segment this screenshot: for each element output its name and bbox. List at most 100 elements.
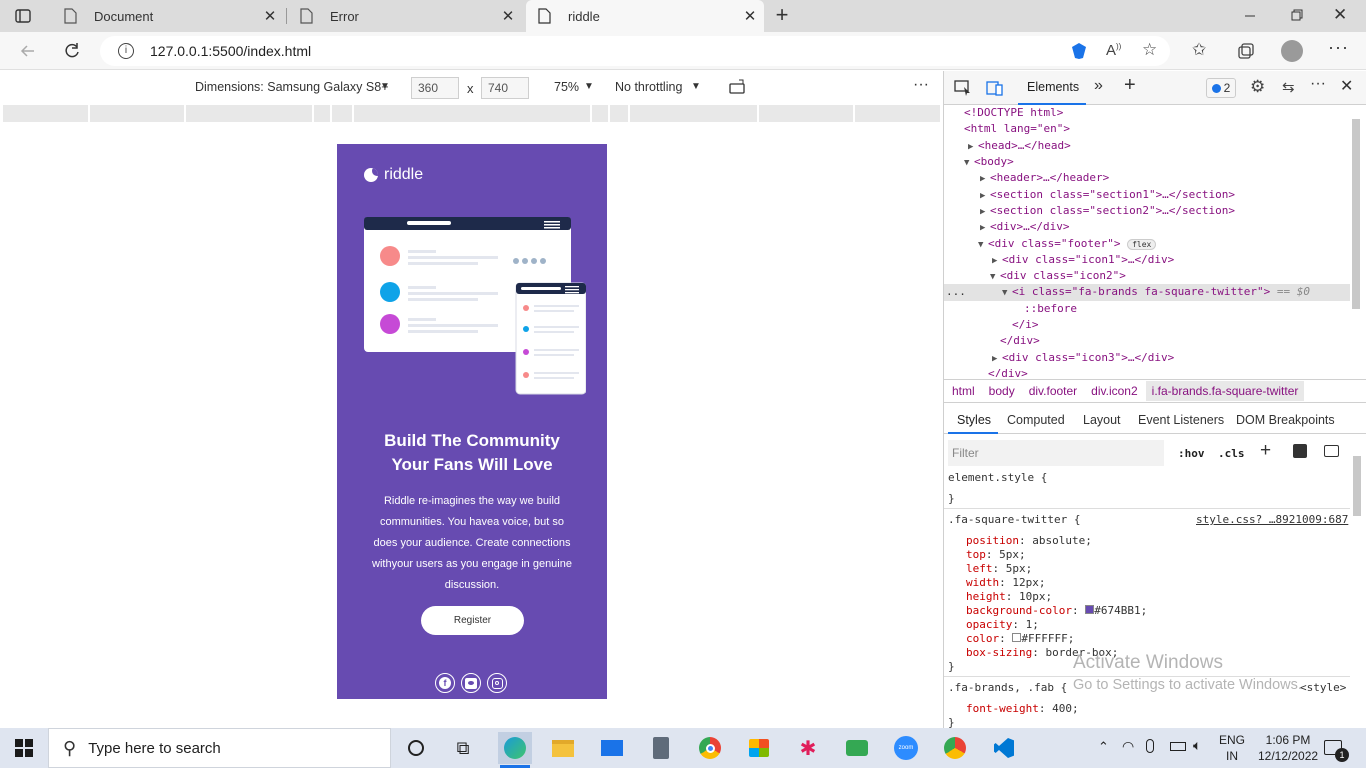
windows-start-icon[interactable]	[8, 732, 40, 764]
store-icon[interactable]	[743, 732, 775, 764]
close-devtools-icon[interactable]: ✕	[1340, 76, 1353, 96]
close-window-icon[interactable]: ✕	[1333, 5, 1347, 25]
rotate-icon[interactable]	[729, 79, 747, 95]
element-style-rule[interactable]: element.style {	[948, 470, 1047, 486]
height-input[interactable]: 740	[481, 77, 529, 99]
dom-line[interactable]: ▶ <head>…</head>	[968, 138, 1071, 154]
customize-icon[interactable]: ⇆	[1282, 78, 1295, 96]
expand-triangle-icon[interactable]: ▶	[980, 188, 990, 204]
color-swatch[interactable]	[1085, 605, 1095, 614]
expand-triangle-icon[interactable]: ▶	[980, 220, 990, 236]
more-icon[interactable]: ···	[1310, 75, 1326, 93]
dom-line[interactable]: ▶ <header>…</header>	[980, 170, 1109, 186]
breadcrumb-item[interactable]: body	[989, 384, 1015, 398]
rule-selector[interactable]: .fa-brands, .fab {	[948, 680, 1067, 696]
language-indicator[interactable]: ENG IN	[1219, 732, 1245, 764]
facebook-icon[interactable]: f	[435, 673, 455, 693]
dom-line[interactable]: ::before	[1024, 301, 1077, 317]
restore-icon[interactable]	[1286, 8, 1306, 24]
edge-icon[interactable]	[498, 732, 532, 764]
tab-dom-breakpoints[interactable]: DOM Breakpoints	[1236, 413, 1335, 427]
filter-input[interactable]: Filter	[948, 440, 1164, 466]
collapse-triangle-icon[interactable]: ▼	[978, 237, 988, 253]
file-explorer-icon[interactable]	[547, 732, 579, 764]
calculator-icon[interactable]	[645, 732, 677, 764]
close-tab-icon[interactable]: ✕	[742, 8, 758, 25]
microphone-icon[interactable]	[1146, 739, 1154, 753]
tab-styles[interactable]: Styles	[957, 413, 991, 427]
sidebar-toggle-icon[interactable]	[1324, 445, 1339, 457]
chrome-profile-icon[interactable]	[939, 732, 971, 764]
read-aloud-icon[interactable]: A))	[1106, 42, 1121, 59]
volume-icon[interactable]: 🔈︎	[1193, 737, 1201, 754]
clock[interactable]: 1:06 PM 12/12/2022	[1258, 732, 1318, 764]
url-field[interactable]: i 127.0.0.1:5500/index.html	[100, 36, 1170, 66]
refresh-icon[interactable]	[62, 41, 82, 61]
tray-chevron-up-icon[interactable]: ⌃	[1098, 739, 1109, 755]
dom-line[interactable]: ▶ <div class="icon1">…</div>	[992, 252, 1174, 268]
styles-scrollbar[interactable]	[1353, 456, 1361, 516]
tab-computed[interactable]: Computed	[1007, 413, 1065, 427]
cortana-icon[interactable]	[400, 732, 432, 764]
favorites-icon[interactable]: ✩	[1192, 40, 1206, 60]
add-tab-icon[interactable]: +	[1124, 74, 1136, 97]
slack-icon[interactable]: ✱	[792, 732, 824, 764]
tab-document[interactable]: Document ✕	[52, 0, 284, 32]
rule-source-link[interactable]: <style>	[1300, 680, 1346, 696]
info-icon[interactable]: i	[118, 43, 134, 59]
dom-line[interactable]: ▶ <section class="section1">…</section>	[980, 187, 1235, 203]
dom-line[interactable]: </i>	[1012, 317, 1039, 333]
expand-triangle-icon[interactable]: ▶	[980, 204, 990, 220]
twitter-icon[interactable]	[461, 673, 481, 693]
collapse-triangle-icon[interactable]: ▼	[964, 155, 974, 171]
dom-line[interactable]: </div>	[1000, 333, 1040, 349]
expand-triangle-icon[interactable]: ▶	[992, 253, 1002, 269]
collections-icon[interactable]	[1237, 42, 1255, 60]
back-icon[interactable]	[18, 41, 38, 61]
dom-line[interactable]: </div>	[988, 366, 1028, 377]
css-prop[interactable]: font-weight: 400;	[966, 701, 1079, 717]
expand-triangle-icon[interactable]: ▶	[968, 139, 978, 155]
tab-layout[interactable]: Layout	[1083, 413, 1121, 427]
issues-badge[interactable]: 2	[1206, 78, 1236, 98]
dom-line-selected[interactable]: ▼ <i class="fa-brands fa-square-twitter">…	[1002, 284, 1310, 300]
zoom-icon[interactable]: zoom	[890, 732, 922, 764]
task-view-icon[interactable]: ⧉	[447, 732, 479, 764]
breadcrumb-item[interactable]: div.footer	[1029, 384, 1077, 398]
dom-line[interactable]: ▼ <div class="footer"> flex	[978, 236, 1157, 253]
meet-icon[interactable]	[841, 732, 873, 764]
taskbar-search[interactable]: ⚲ Type here to search	[48, 728, 391, 768]
breadcrumb-item[interactable]: i.fa-brands.fa-square-twitter	[1145, 381, 1305, 401]
more-icon[interactable]: ···	[1328, 37, 1349, 58]
close-tab-icon[interactable]: ✕	[262, 8, 278, 25]
inspect-icon[interactable]	[954, 80, 972, 96]
dom-line[interactable]: ▼ <div class="icon2">	[990, 268, 1126, 284]
tab-riddle[interactable]: riddle ✕	[526, 0, 764, 32]
rule-selector[interactable]: .fa-square-twitter {	[948, 512, 1080, 528]
minimize-icon[interactable]	[1240, 8, 1260, 24]
wifi-icon[interactable]: ◠	[1122, 738, 1134, 755]
tab-actions-icon[interactable]	[14, 7, 32, 25]
profile-avatar[interactable]	[1281, 40, 1303, 62]
more-options-icon[interactable]: ···	[913, 76, 929, 94]
new-rule-icon[interactable]: +	[1260, 440, 1271, 462]
dom-line[interactable]: ▼ <body>	[964, 154, 1014, 170]
rule-source-link[interactable]: style.css? …8921009:687	[1196, 512, 1348, 528]
breadcrumb-item[interactable]: div.icon2	[1091, 384, 1137, 398]
dom-line[interactable]: ▶ <div>…</div>	[980, 219, 1069, 235]
dom-line[interactable]: <html lang="en">	[964, 121, 1070, 137]
breadcrumb-item[interactable]: html	[952, 384, 975, 398]
tab-error[interactable]: Error ✕	[288, 0, 522, 32]
dom-ellipsis[interactable]: ...	[946, 284, 966, 300]
device-mode-icon[interactable]	[986, 79, 1004, 97]
shield-icon[interactable]	[1070, 42, 1088, 60]
expand-triangle-icon[interactable]: ▶	[980, 171, 990, 187]
media-query-bar[interactable]	[0, 105, 943, 122]
vscode-icon[interactable]	[988, 732, 1020, 764]
collapse-triangle-icon[interactable]: ▼	[1002, 285, 1012, 301]
cls-button[interactable]: .cls	[1218, 447, 1245, 460]
zoom-select[interactable]: 75%	[554, 80, 579, 94]
new-tab-icon[interactable]: +	[772, 4, 792, 26]
mail-icon[interactable]	[596, 732, 628, 764]
dom-line[interactable]: ▶ <div class="icon3">…</div>	[992, 350, 1174, 366]
